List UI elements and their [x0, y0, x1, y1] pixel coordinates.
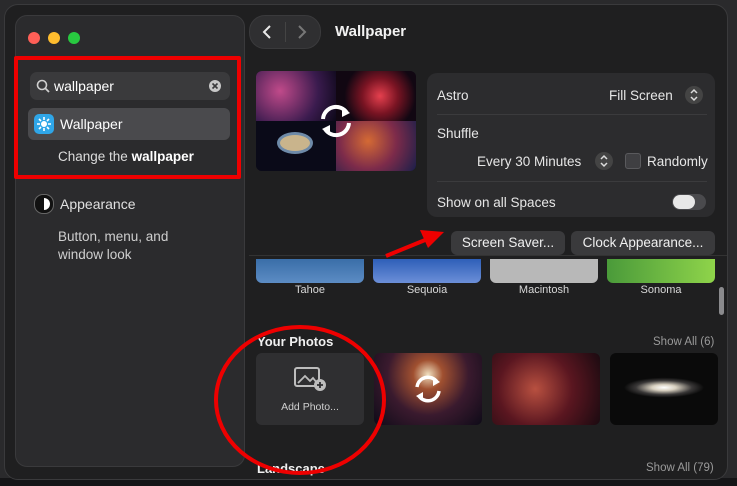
annotation-circle [214, 325, 386, 475]
annotation-arrow [385, 230, 444, 258]
annotation-overlay [214, 230, 444, 475]
